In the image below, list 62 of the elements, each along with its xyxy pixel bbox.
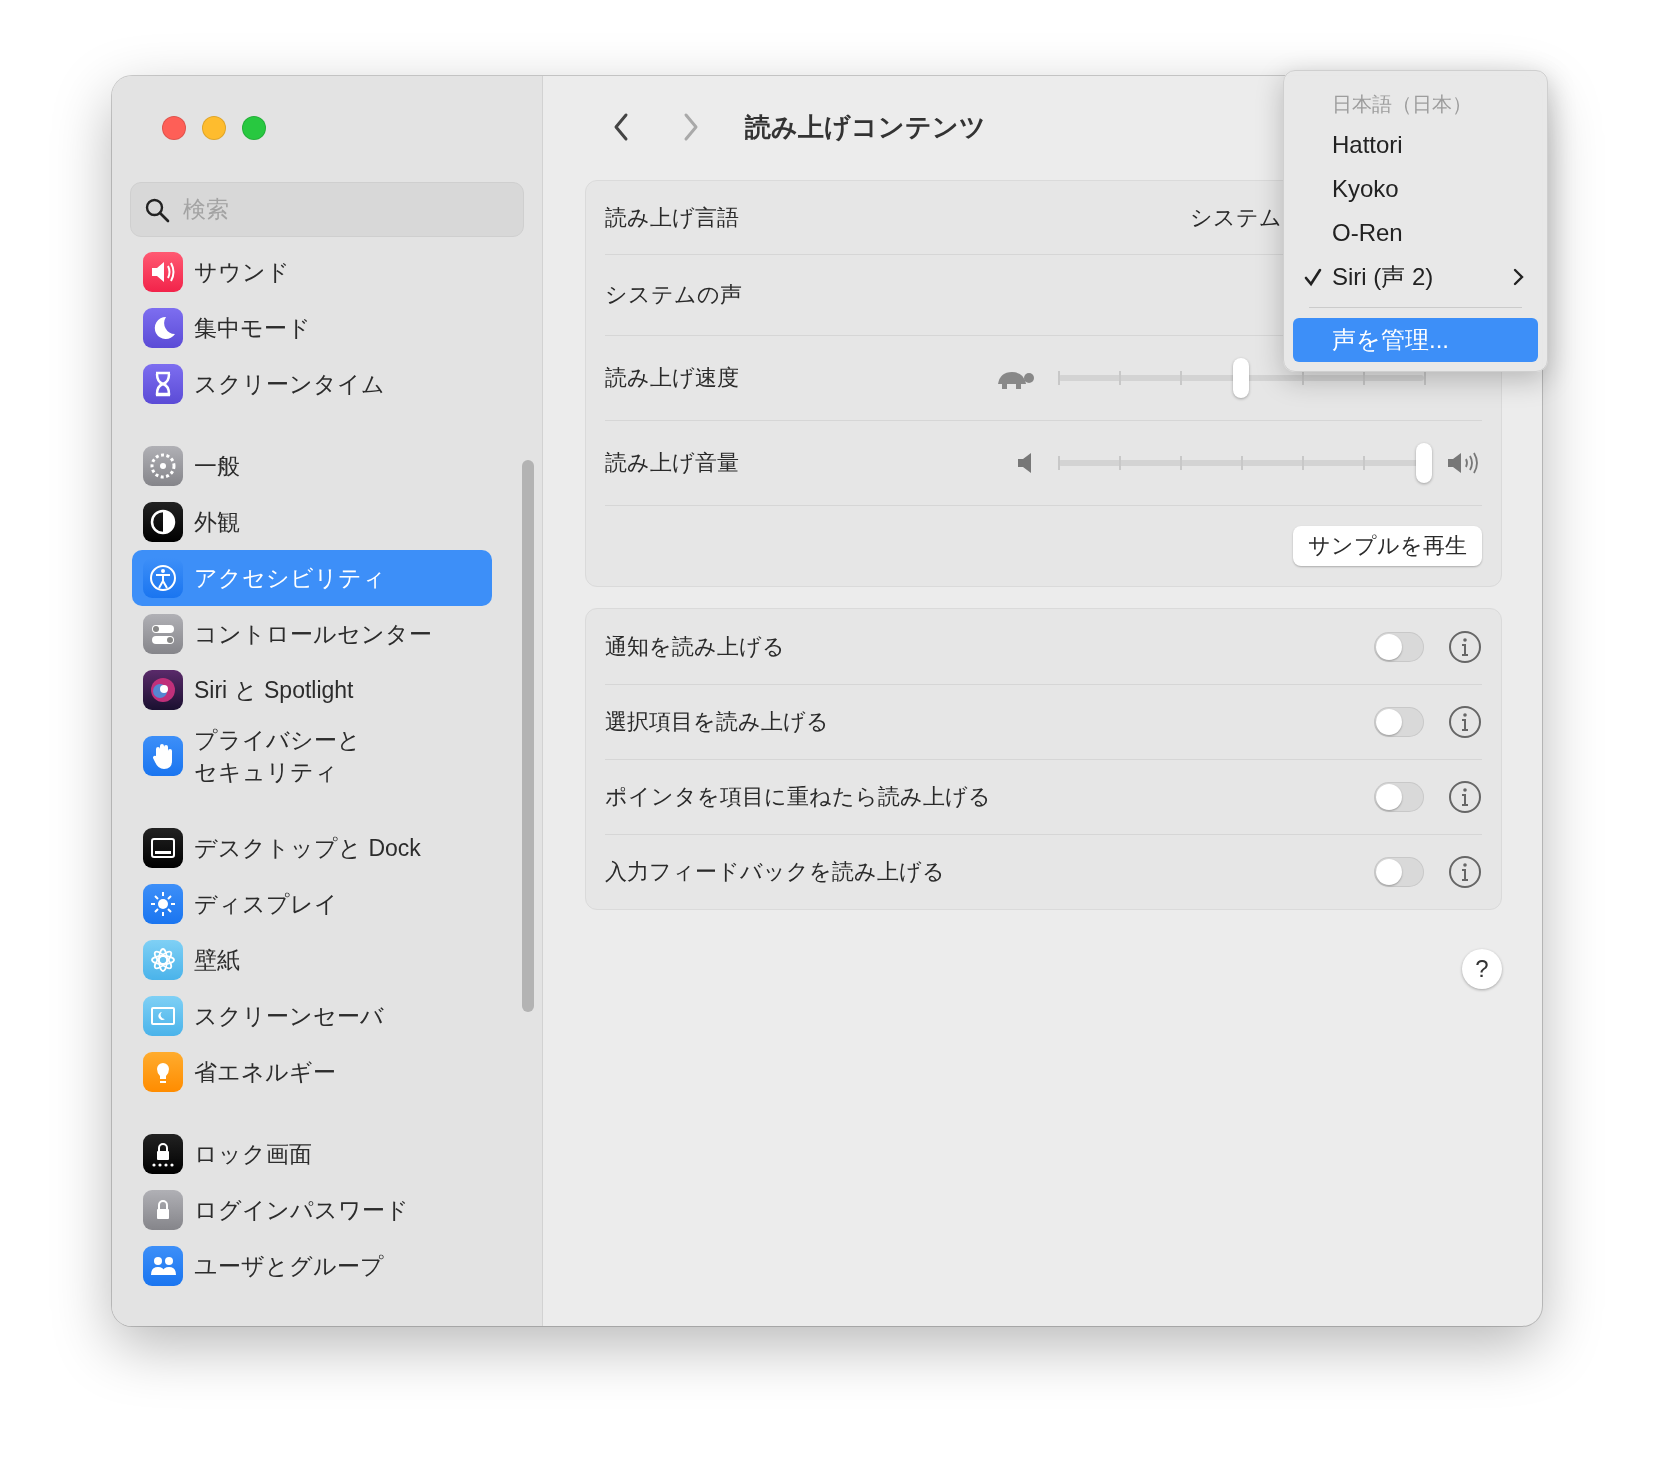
setting-label: 読み上げ速度 (605, 364, 740, 392)
sidebar-item[interactable]: スクリーンセーバ (132, 988, 492, 1044)
hand-icon (143, 736, 183, 776)
play-sample-button[interactable]: サンプルを再生 (1293, 526, 1482, 566)
sidebar-item[interactable]: 集中モード (132, 300, 492, 356)
dock-icon (143, 828, 183, 868)
menu-header: 日本語（日本） (1331, 92, 1473, 117)
flower-icon (143, 940, 183, 980)
sidebar-item[interactable]: ディスプレイ (132, 876, 492, 932)
switches-icon (143, 614, 183, 654)
info-button[interactable] (1448, 855, 1482, 889)
menu-item[interactable]: O-Ren (1293, 211, 1538, 255)
sidebar-item[interactable]: コントロールセンター (132, 606, 492, 662)
sidebar-item[interactable]: 壁紙 (132, 932, 492, 988)
sidebar-item[interactable]: Siri と Spotlight (132, 662, 492, 718)
setting-value[interactable]: システム (1190, 202, 1282, 233)
toggle-switch[interactable] (1374, 782, 1424, 812)
setting-label: 通知を読み上げる (605, 632, 786, 661)
minimize-button[interactable] (202, 116, 226, 140)
sidebar-item[interactable]: ログインパスワード (132, 1182, 492, 1238)
setting-label: ポインタを項目に重ねたら読み上げる (605, 783, 992, 811)
toggle-switch[interactable] (1374, 857, 1424, 887)
sidebar-item[interactable]: サウンド (132, 244, 492, 300)
sidebar-item[interactable]: 省エネルギー (132, 1044, 492, 1100)
menu-item[interactable]: Hattori (1293, 123, 1538, 167)
search-icon (144, 197, 170, 223)
window-title: 読み上げコンテンツ (745, 110, 986, 144)
padlock-icon (143, 1190, 183, 1230)
help-button[interactable]: ? (1462, 949, 1502, 989)
toggle-switch[interactable] (1374, 707, 1424, 737)
people-icon (143, 1246, 183, 1286)
sidebar-item[interactable]: ユーザとグループ (132, 1238, 492, 1294)
lightbulb-icon (143, 1052, 183, 1092)
sidebar-item[interactable]: スクリーンタイム (132, 356, 492, 412)
setting-label: 読み上げ言語 (605, 203, 740, 232)
sun-icon (143, 884, 183, 924)
scrollbar[interactable] (522, 460, 534, 1012)
menu-item[interactable]: Siri (声 2) (1293, 255, 1538, 299)
moon-icon (143, 308, 183, 348)
slider-thumb[interactable] (1416, 443, 1432, 483)
sidebar-item[interactable]: デスクトップと Dock (132, 820, 492, 876)
info-button[interactable] (1448, 705, 1482, 739)
sidebar-item[interactable]: プライバシーと セキュリティ (132, 718, 492, 794)
sidebar-item[interactable]: 一般 (132, 438, 492, 494)
zoom-button[interactable] (242, 116, 266, 140)
setting-label: システムの声 (605, 281, 743, 309)
sidebar-item[interactable]: ロック画面 (132, 1126, 492, 1182)
close-button[interactable] (162, 116, 186, 140)
hourglass-icon (143, 364, 183, 404)
menu-item[interactable]: Kyoko (1293, 167, 1538, 211)
setting-label: 読み上げ音量 (605, 449, 740, 477)
orb-icon (143, 670, 183, 710)
speaker-icon (143, 252, 183, 292)
info-button[interactable] (1448, 629, 1482, 664)
screensaver-icon (143, 996, 183, 1036)
setting-label: 選択項目を読み上げる (605, 708, 830, 736)
lock-icon (143, 1134, 183, 1174)
info-button[interactable] (1448, 780, 1482, 814)
toggle-switch[interactable] (1374, 631, 1424, 662)
slider-thumb[interactable] (1233, 358, 1249, 398)
setting-label: 入力フィードバックを読み上げる (605, 858, 946, 886)
sidebar-item[interactable]: 外観 (132, 494, 492, 550)
